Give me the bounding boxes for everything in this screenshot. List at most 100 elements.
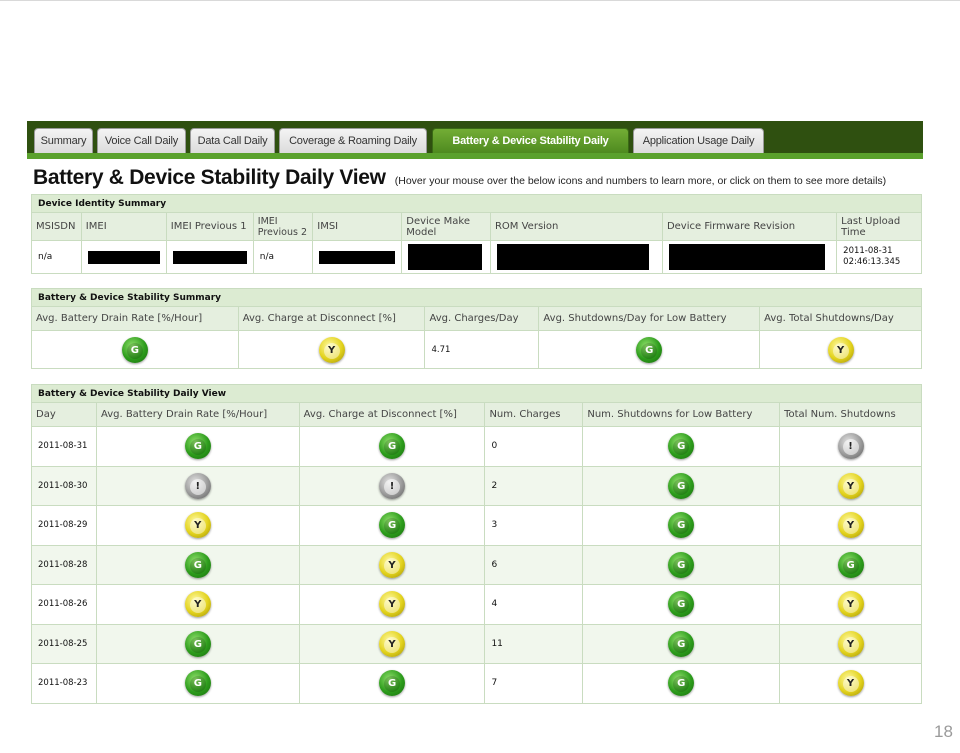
yellow-status-icon[interactable]: Y bbox=[837, 472, 864, 499]
warning-status-icon[interactable]: ! bbox=[837, 433, 864, 460]
green-status-icon[interactable]: G bbox=[668, 591, 695, 618]
yellow-status-icon[interactable]: Y bbox=[837, 512, 864, 539]
tab-battery-device-stability-daily[interactable]: Battery & Device Stability Daily bbox=[432, 128, 629, 153]
total-cell: Y bbox=[779, 663, 922, 704]
green-status-icon[interactable]: G bbox=[668, 472, 695, 499]
green-status-icon[interactable]: G bbox=[184, 433, 211, 460]
tab-voice-call-daily[interactable]: Voice Call Daily bbox=[97, 128, 186, 153]
header-device-make-model: Device Make Model bbox=[401, 212, 491, 241]
header-imei-previous-1: IMEI Previous 1 bbox=[165, 212, 254, 241]
summary-section-title: Battery & Device Stability Summary bbox=[31, 288, 922, 307]
stability-daily-table: Battery & Device Stability Daily View Da… bbox=[31, 384, 922, 704]
table-row: 2011-08-28 G Y 6 G G bbox=[31, 544, 922, 585]
header-total-shutdowns: Total Num. Shutdowns bbox=[779, 402, 922, 427]
green-status-icon[interactable]: G bbox=[184, 551, 211, 578]
header-avg-drain-rate: Avg. Battery Drain Rate [%/Hour] bbox=[31, 306, 239, 331]
num-charges-value[interactable]: 6 bbox=[484, 544, 584, 585]
green-status-icon[interactable]: G bbox=[837, 551, 864, 578]
green-status-icon[interactable]: G bbox=[379, 670, 406, 697]
green-status-icon[interactable]: G bbox=[668, 512, 695, 539]
total-cell: Y bbox=[779, 584, 922, 625]
summary-charges-per-day[interactable]: 4.71 bbox=[424, 330, 540, 369]
table-row: 2011-08-25 G Y 11 G Y bbox=[31, 623, 922, 664]
green-status-icon[interactable]: G bbox=[668, 630, 695, 657]
num-charges-value[interactable]: 4 bbox=[484, 584, 584, 625]
tab-coverage-roaming-daily[interactable]: Coverage & Roaming Daily bbox=[279, 128, 427, 153]
green-status-icon[interactable]: G bbox=[379, 433, 406, 460]
yellow-status-icon[interactable]: Y bbox=[184, 512, 211, 539]
green-status-icon[interactable]: G bbox=[184, 630, 211, 657]
green-status-icon[interactable]: G bbox=[668, 551, 695, 578]
drain-cell: Y bbox=[95, 584, 300, 625]
tab-application-usage-daily[interactable]: Application Usage Daily bbox=[633, 128, 764, 153]
yellow-status-icon[interactable]: Y bbox=[184, 591, 211, 618]
device-identity-table: Device Identity Summary MSISDN IMEI IMEI… bbox=[31, 194, 922, 274]
green-status-icon[interactable]: G bbox=[184, 670, 211, 697]
table-row: 2011-08-23 G G 7 G Y bbox=[31, 663, 922, 704]
charge-cell: G bbox=[298, 663, 486, 704]
num-charges-value[interactable]: 7 bbox=[484, 663, 584, 704]
green-status-icon[interactable]: G bbox=[636, 336, 663, 363]
green-status-icon[interactable]: G bbox=[668, 433, 695, 460]
summary-drain-cell: G bbox=[31, 330, 239, 369]
tab-data-call-daily[interactable]: Data Call Daily bbox=[190, 128, 275, 153]
imei-cell bbox=[80, 240, 167, 274]
charge-cell: ! bbox=[298, 465, 486, 506]
redacted-imsi bbox=[319, 250, 396, 264]
drain-cell: ! bbox=[95, 465, 300, 506]
total-cell: ! bbox=[779, 426, 922, 467]
redacted-imei-prev1 bbox=[172, 250, 247, 264]
day-value: 2011-08-25 bbox=[31, 623, 97, 664]
charge-cell: G bbox=[298, 426, 486, 467]
yellow-status-icon[interactable]: Y bbox=[837, 670, 864, 697]
firmware-cell bbox=[661, 240, 838, 274]
charge-cell: Y bbox=[298, 544, 486, 585]
identity-section-title: Device Identity Summary bbox=[31, 194, 922, 213]
green-status-icon[interactable]: G bbox=[379, 512, 406, 539]
low-cell: G bbox=[582, 584, 781, 625]
redacted-imei bbox=[87, 250, 160, 264]
num-charges-value[interactable]: 2 bbox=[484, 465, 584, 506]
num-charges-value[interactable]: 11 bbox=[484, 623, 584, 664]
yellow-status-icon[interactable]: Y bbox=[837, 630, 864, 657]
day-value: 2011-08-28 bbox=[31, 544, 97, 585]
header-avg-shutdowns-low-battery: Avg. Shutdowns/Day for Low Battery bbox=[538, 306, 761, 331]
yellow-status-icon[interactable]: Y bbox=[827, 336, 854, 363]
yellow-status-icon[interactable]: Y bbox=[837, 591, 864, 618]
tab-summary[interactable]: Summary bbox=[34, 128, 93, 153]
redacted-firmware bbox=[668, 244, 825, 270]
yellow-status-icon[interactable]: Y bbox=[318, 336, 345, 363]
low-cell: G bbox=[582, 623, 781, 664]
day-value: 2011-08-29 bbox=[31, 505, 97, 546]
yellow-status-icon[interactable]: Y bbox=[379, 591, 406, 618]
table-row: 2011-08-26 Y Y 4 G Y bbox=[31, 584, 922, 625]
rom-version-cell bbox=[489, 240, 663, 274]
total-cell: Y bbox=[779, 465, 922, 506]
summary-low-battery-cell: G bbox=[538, 330, 761, 369]
total-cell: G bbox=[779, 544, 922, 585]
redacted-device-model bbox=[408, 244, 483, 270]
header-last-upload-time: Last Upload Time bbox=[836, 212, 922, 241]
imsi-cell bbox=[312, 240, 403, 274]
table-row: 2011-08-30!! 2 G Y bbox=[31, 465, 922, 506]
warning-status-icon[interactable]: ! bbox=[379, 472, 406, 499]
yellow-status-icon[interactable]: Y bbox=[379, 551, 406, 578]
page-number: 18 bbox=[934, 722, 953, 741]
yellow-status-icon[interactable]: Y bbox=[379, 630, 406, 657]
stability-summary-table: Battery & Device Stability Summary Avg. … bbox=[31, 288, 922, 369]
warning-status-icon[interactable]: ! bbox=[184, 472, 211, 499]
day-value: 2011-08-26 bbox=[31, 584, 97, 625]
header-avg-charge-disconnect: Avg. Charge at Disconnect [%] bbox=[237, 306, 426, 331]
table-row: 2011-08-31 G G 0 G! bbox=[31, 426, 922, 467]
num-charges-value[interactable]: 3 bbox=[484, 505, 584, 546]
green-status-icon[interactable]: G bbox=[668, 670, 695, 697]
header-firmware-revision: Device Firmware Revision bbox=[661, 212, 838, 241]
redacted-rom-version bbox=[496, 244, 649, 270]
header-imsi: IMSI bbox=[312, 212, 403, 241]
charge-cell: Y bbox=[298, 584, 486, 625]
day-value: 2011-08-23 bbox=[31, 663, 97, 704]
header-charge-disconnect: Avg. Charge at Disconnect [%] bbox=[298, 402, 486, 427]
msisdn-value: n/a bbox=[31, 240, 82, 274]
green-status-icon[interactable]: G bbox=[121, 336, 148, 363]
num-charges-value[interactable]: 0 bbox=[484, 426, 584, 467]
